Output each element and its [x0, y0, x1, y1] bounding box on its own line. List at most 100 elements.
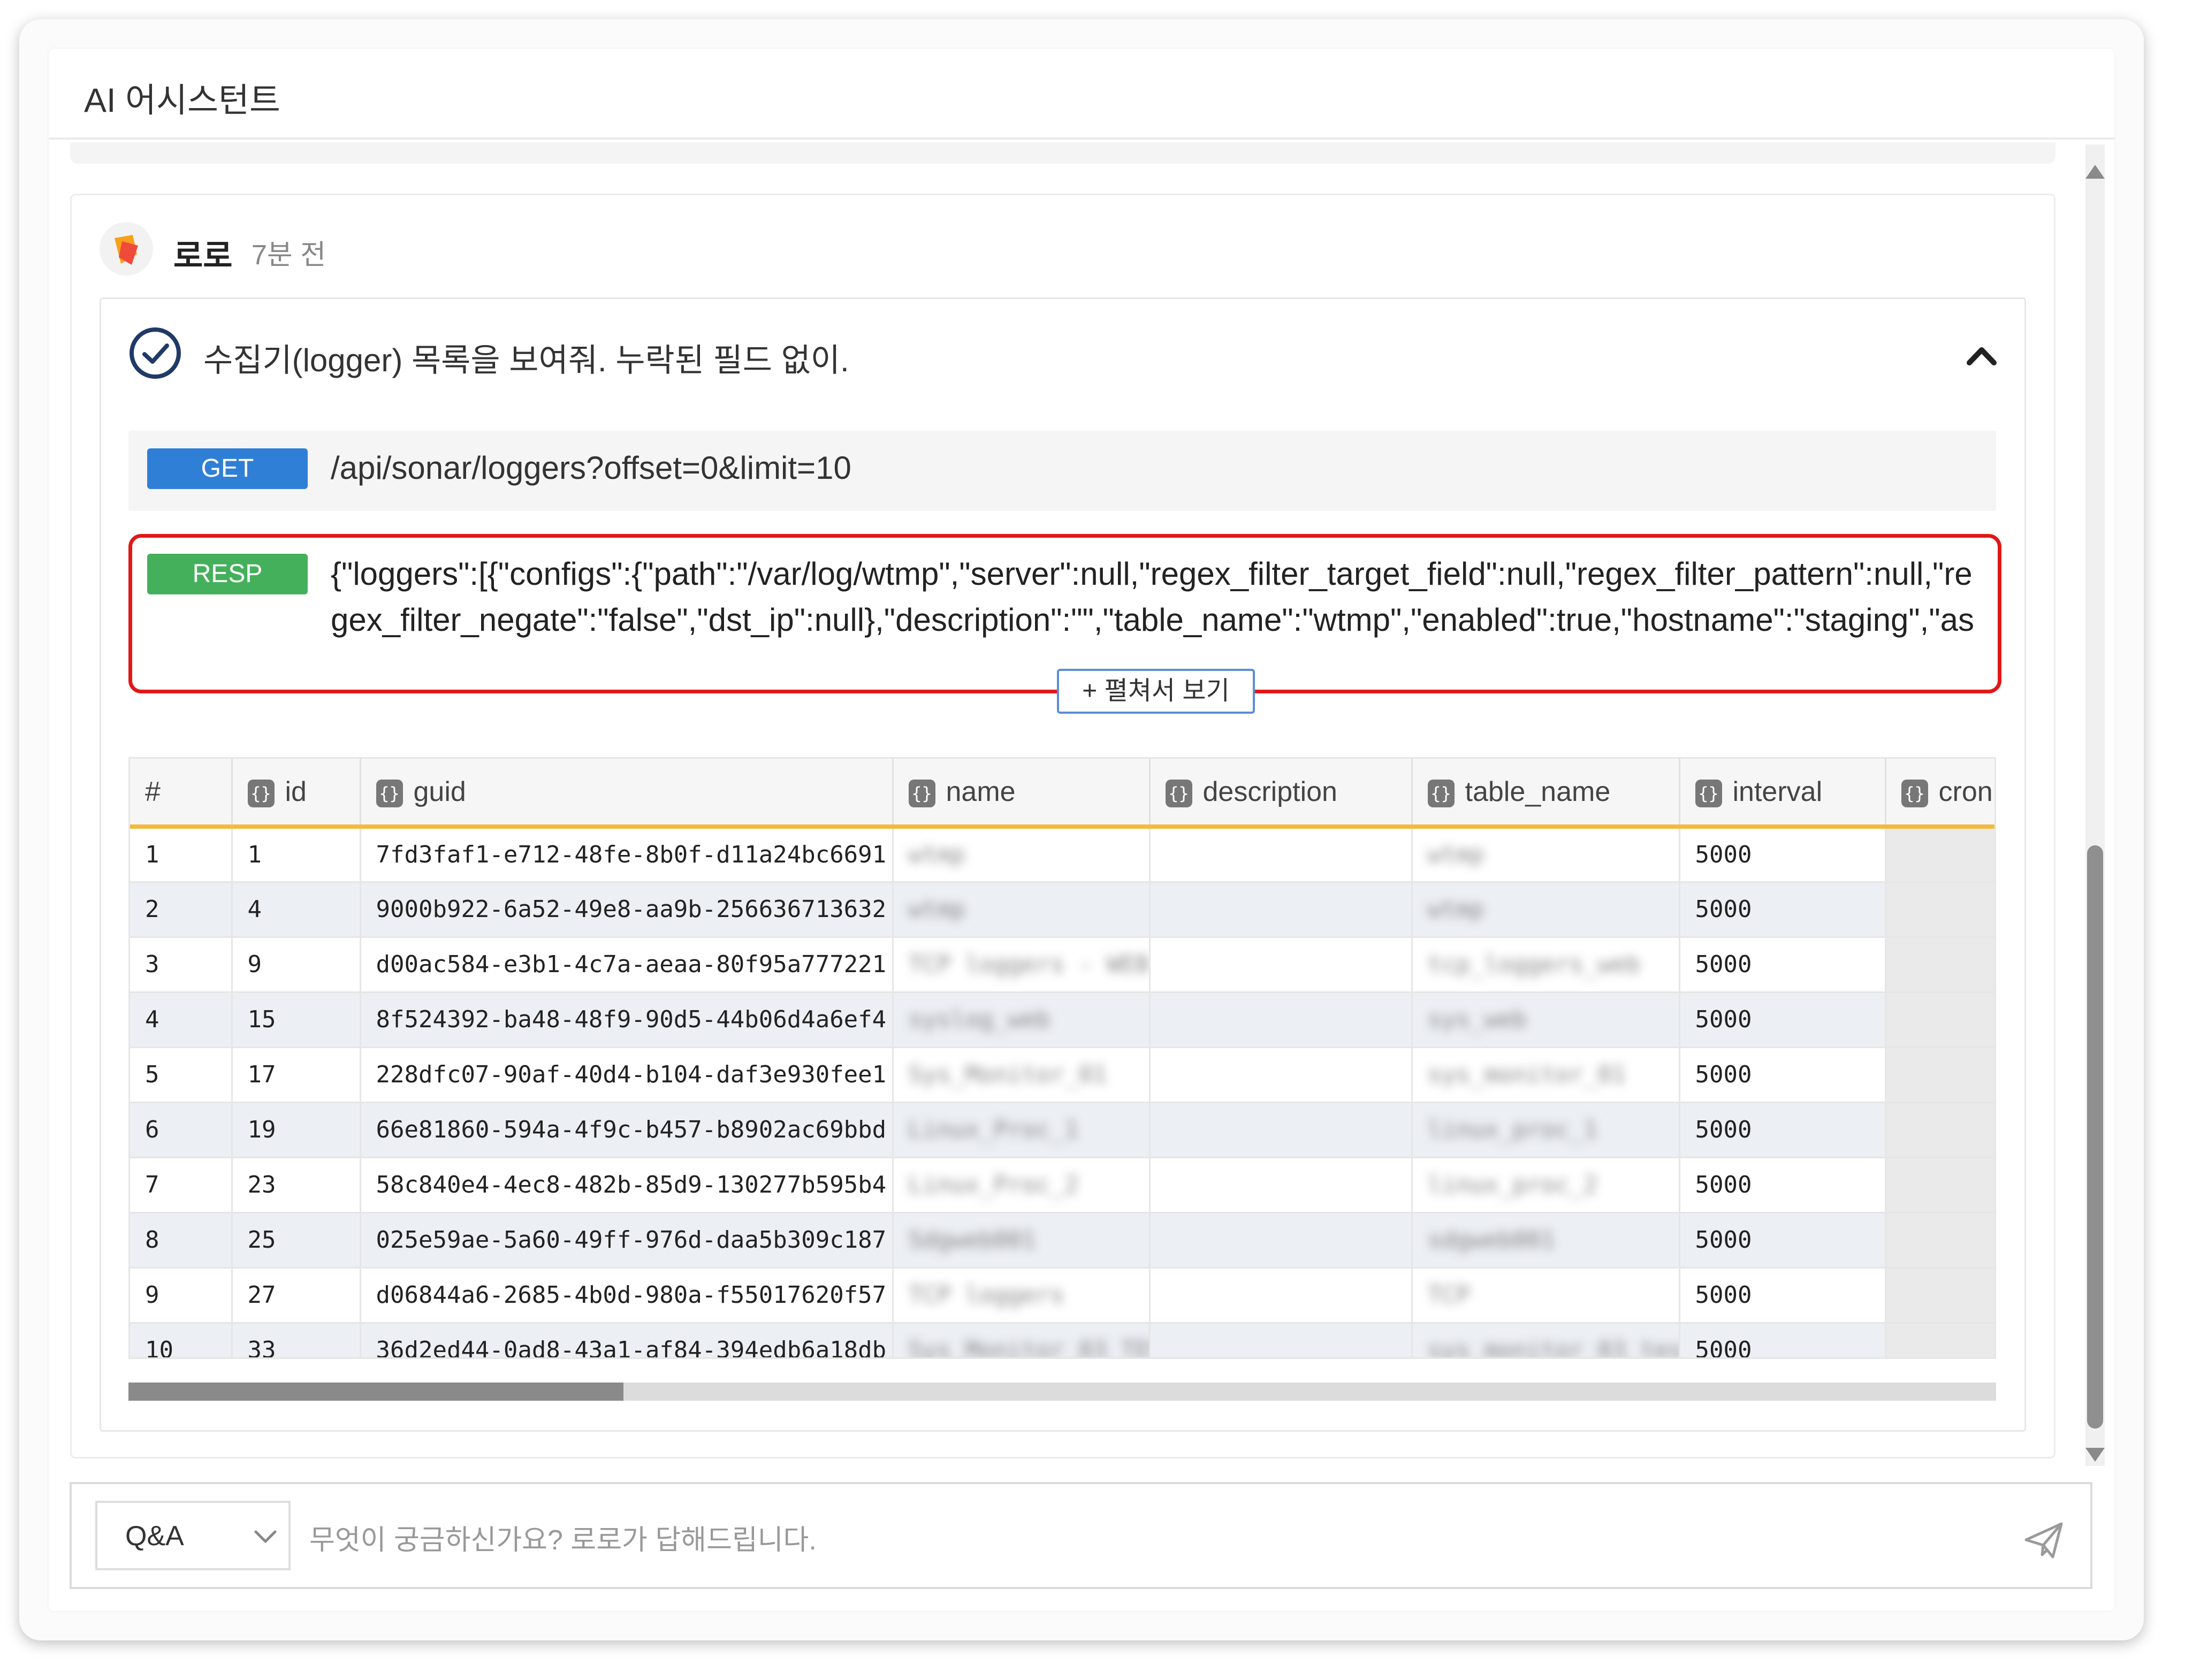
vertical-scroll-thumb[interactable]: [2087, 845, 2103, 1429]
table-cell-n: 8: [130, 1212, 233, 1269]
table-cell-guid: d06844a6-2685-4b0d-980a-f55017620f57: [360, 1267, 894, 1324]
table-cell-description: [1149, 992, 1413, 1048]
table-row[interactable]: 9 27 d06844a6-2685-4b0d-980a-f55017620f57 T…: [130, 1267, 1994, 1324]
table-cell-name: syslog_web: [893, 992, 1151, 1048]
scroll-up-arrow-icon[interactable]: [2083, 161, 2107, 182]
table-cell-n: 9: [130, 1267, 233, 1324]
horizontal-scrollbar[interactable]: [128, 1383, 1996, 1401]
table-cell-guid: 9000b922-6a52-49e8-aa9b-256636713632: [360, 882, 894, 938]
table-cell-description: [1149, 1157, 1413, 1213]
table-cell-description: [1149, 1212, 1413, 1269]
table-cell-guid: 66e81860-594a-4f9c-b457-b8902ac69bbd: [360, 1102, 894, 1158]
column-header[interactable]: {} id: [232, 759, 361, 829]
table-cell-cron: [1885, 937, 1994, 993]
table-cell-id: 23: [232, 1157, 361, 1213]
table-row[interactable]: 6 19 66e81860-594a-4f9c-b457-b8902ac69bbd L…: [130, 1102, 1994, 1158]
table-cell-cron: [1885, 1047, 1994, 1103]
table-cell-id: 9: [232, 937, 361, 993]
column-header[interactable]: {} table_name: [1412, 759, 1680, 829]
field-type-icon: {}: [908, 779, 935, 807]
result-table: # {} id {} guid {} name {} description {} tab…: [128, 757, 1996, 1359]
table-cell-n: 3: [130, 937, 233, 993]
table-cell-id: 17: [232, 1047, 361, 1103]
table-cell-table-name: sys_monitor_03_test: [1412, 1323, 1680, 1357]
table-cell-n: 10: [130, 1323, 233, 1357]
field-type-icon: {}: [376, 779, 403, 807]
field-type-icon: {}: [1901, 779, 1928, 807]
table-cell-name: TCP loggers: [893, 1267, 1151, 1324]
table-cell-n: 5: [130, 1047, 233, 1103]
table-cell-id: 33: [232, 1323, 361, 1357]
table-cell-interval: 5000: [1679, 1212, 1886, 1269]
table-cell-id: 19: [232, 1102, 361, 1158]
chat-input[interactable]: 무엇이 궁금하신가요? 로로가 답해드립니다.: [309, 1517, 817, 1557]
response-badge: RESP: [147, 554, 308, 594]
table-row[interactable]: 7 23 58c840e4-4ec8-482b-85d9-130277b595b4 L…: [130, 1157, 1994, 1213]
table-cell-table-name: sys_monitor_01: [1412, 1047, 1680, 1103]
column-header[interactable]: {} description: [1149, 759, 1413, 829]
table-cell-interval: 5000: [1679, 1157, 1886, 1213]
column-header[interactable]: {} cron: [1885, 759, 1994, 829]
column-header[interactable]: {} name: [893, 759, 1151, 829]
chevron-down-icon: [254, 1530, 277, 1543]
table-row[interactable]: 5 17 228dfc07-90af-40d4-b104-daf3e930fee1 S…: [130, 1047, 1994, 1103]
scroll-down-arrow-icon[interactable]: [2083, 1445, 2107, 1466]
table-row[interactable]: 3 9 d00ac584-e3b1-4c7a-aeaa-80f95a777221 TC…: [130, 937, 1994, 993]
table-row[interactable]: 1 1 7fd3faf1-e712-48fe-8b0f-d11a24bc6691 wt…: [130, 827, 1994, 883]
table-cell-table-name: linux_proc_1: [1412, 1102, 1680, 1158]
column-header[interactable]: #: [130, 759, 233, 829]
table-cell-description: [1149, 1323, 1413, 1357]
table-row[interactable]: 4 15 8f524392-ba48-48f9-90d5-44b06d4a6ef4 s…: [130, 992, 1994, 1048]
chevron-up-icon[interactable]: [1963, 337, 2000, 375]
table-cell-interval: 5000: [1679, 937, 1886, 993]
table-cell-table-name: sys_web: [1412, 992, 1680, 1048]
table-cell-id: 1: [232, 827, 361, 883]
mode-select[interactable]: Q&A: [95, 1501, 291, 1570]
table-cell-table-name: tcp_loggers_web: [1412, 937, 1680, 993]
response-preview: {"loggers":[{"configs":{"path":"/var/log…: [331, 556, 1974, 638]
column-header[interactable]: {} guid: [360, 759, 894, 829]
mode-select-value: Q&A: [125, 1521, 184, 1552]
column-header[interactable]: {} interval: [1679, 759, 1886, 829]
table-cell-guid: 58c840e4-4ec8-482b-85d9-130277b595b4: [360, 1157, 894, 1213]
message-time: 7분 전: [252, 240, 326, 271]
table-cell-n: 7: [130, 1157, 233, 1213]
table-cell-description: [1149, 937, 1413, 993]
table-header-row: # {} id {} guid {} name {} description {} tab…: [130, 759, 1994, 829]
table-cell-name: TCP loggers - WEB: [893, 937, 1151, 993]
table-cell-guid: 8f524392-ba48-48f9-90d5-44b06d4a6ef4: [360, 992, 894, 1048]
table-cell-cron: [1885, 1102, 1994, 1158]
panel-title: AI 어시스턴트: [84, 82, 280, 119]
query-text: 수집기(logger) 목록을 보여줘. 누락된 필드 없이.: [203, 342, 849, 378]
table-cell-table-name: wtmp: [1412, 882, 1680, 938]
check-circle-icon: [130, 327, 181, 379]
table-row[interactable]: 8 25 025e59ae-5a60-49ff-976d-daa5b309c187 S…: [130, 1212, 1994, 1269]
table-cell-n: 6: [130, 1102, 233, 1158]
table-cell-cron: [1885, 882, 1994, 938]
table-row[interactable]: 10 33 36d2ed44-0ad8-43a1-af84-394edb6a18db…: [130, 1323, 1994, 1357]
endpoint-text: /api/sonar/loggers?offset=0&limit=10: [331, 450, 851, 486]
table-cell-id: 15: [232, 992, 361, 1048]
table-cell-guid: 36d2ed44-0ad8-43a1-af84-394edb6a18db: [360, 1323, 894, 1357]
field-type-icon: {}: [1695, 779, 1722, 807]
table-cell-guid: d00ac584-e3b1-4c7a-aeaa-80f95a777221: [360, 937, 894, 993]
table-cell-interval: 5000: [1679, 1102, 1886, 1158]
table-cell-id: 25: [232, 1212, 361, 1269]
table-cell-cron: [1885, 1267, 1994, 1324]
expand-button[interactable]: + 펼쳐서 보기: [1057, 669, 1255, 714]
table-cell-description: [1149, 1047, 1413, 1103]
table-cell-name: Sdgweb001: [893, 1212, 1151, 1269]
avatar-logo-icon: [100, 222, 153, 276]
table-cell-table-name: sdgweb001: [1412, 1212, 1680, 1269]
table-cell-interval: 5000: [1679, 882, 1886, 938]
field-type-icon: {}: [1165, 779, 1192, 807]
table-cell-guid: 7fd3faf1-e712-48fe-8b0f-d11a24bc6691: [360, 827, 894, 883]
previous-message-edge: [70, 142, 2055, 164]
table-cell-n: 2: [130, 882, 233, 938]
horizontal-scroll-thumb[interactable]: [128, 1383, 623, 1401]
send-icon[interactable]: [2023, 1519, 2065, 1561]
table-cell-table-name: TCP: [1412, 1267, 1680, 1324]
table-cell-interval: 5000: [1679, 1267, 1886, 1324]
table-row[interactable]: 2 4 9000b922-6a52-49e8-aa9b-256636713632 wt…: [130, 882, 1994, 938]
table-cell-cron: [1885, 1323, 1994, 1357]
